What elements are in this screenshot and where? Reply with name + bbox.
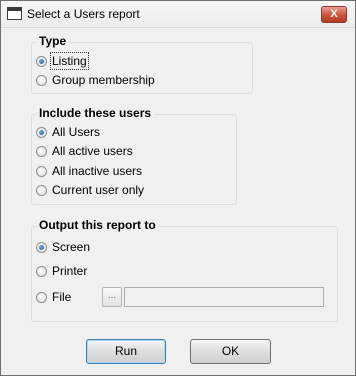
radio-printer[interactable]: Printer [36, 263, 87, 279]
radio-button-icon[interactable] [36, 74, 47, 86]
radio-label: All Users [52, 125, 101, 139]
title-bar: Select a Users report X [1, 1, 355, 28]
radio-all-inactive-users[interactable]: All inactive users [36, 163, 142, 179]
radio-label: All active users [52, 144, 133, 158]
radio-file[interactable]: File [36, 289, 71, 305]
browse-file-button[interactable]: ... [102, 287, 122, 307]
radio-label: Printer [52, 264, 88, 278]
radio-button-icon[interactable] [36, 265, 47, 277]
type-group-title: Type [36, 34, 70, 48]
radio-label: Listing [50, 52, 89, 70]
file-path-input[interactable] [124, 287, 324, 307]
radio-label: File [52, 290, 72, 304]
radio-label: Screen [52, 240, 91, 254]
radio-button-icon[interactable] [36, 291, 47, 303]
radio-button-icon[interactable] [36, 55, 47, 67]
radio-label: Group membership [52, 73, 155, 87]
run-button[interactable]: Run [86, 339, 166, 364]
radio-button-icon[interactable] [36, 145, 47, 157]
radio-listing[interactable]: Listing [36, 52, 89, 70]
output-group-title: Output this report to [36, 218, 159, 232]
radio-button-icon[interactable] [36, 184, 47, 196]
radio-screen[interactable]: Screen [36, 239, 90, 255]
radio-current-user-only[interactable]: Current user only [36, 182, 144, 198]
radio-group-membership[interactable]: Group membership [36, 72, 155, 88]
radio-button-icon[interactable] [36, 126, 47, 138]
radio-label: Current user only [52, 183, 145, 197]
radio-button-icon[interactable] [36, 165, 47, 177]
radio-all-users[interactable]: All Users [36, 124, 100, 140]
radio-button-icon[interactable] [36, 241, 47, 253]
radio-all-active-users[interactable]: All active users [36, 143, 133, 159]
radio-label: All inactive users [52, 164, 143, 178]
ok-button[interactable]: OK [190, 339, 271, 364]
close-button[interactable]: X [321, 6, 347, 23]
output-group: Output this report to Screen Printer Fil… [31, 218, 338, 322]
dialog-window: Select a Users report X Type Listing Gro… [0, 0, 356, 376]
type-group: Type Listing Group membership [31, 34, 253, 94]
window-icon [7, 7, 22, 20]
window-title: Select a Users report [27, 7, 140, 21]
users-group: Include these users All Users All active… [31, 106, 237, 205]
users-group-title: Include these users [36, 106, 155, 120]
